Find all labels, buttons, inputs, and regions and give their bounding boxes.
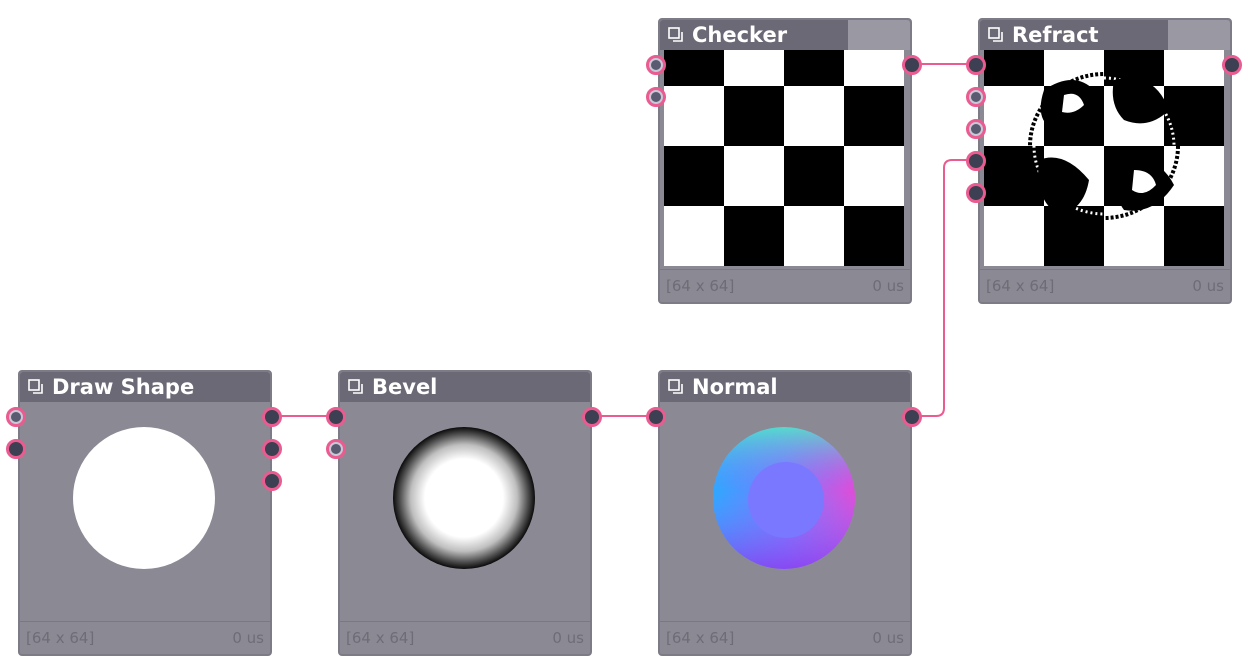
node-time: 0 us xyxy=(872,277,904,295)
node-size: [64 x 64] xyxy=(26,629,95,647)
normal-output-port[interactable] xyxy=(902,407,922,427)
node-size: [64 x 64] xyxy=(986,277,1055,295)
node-footer: [64 x 64] 0 us xyxy=(660,269,910,302)
refract-input-port-3[interactable] xyxy=(966,119,986,139)
node-header[interactable]: Refract xyxy=(980,20,1230,50)
progress-indicator xyxy=(848,20,910,50)
copy-icon xyxy=(28,379,43,394)
node-size: [64 x 64] xyxy=(666,629,735,647)
node-footer: [64 x 64] 0 us xyxy=(980,269,1230,302)
node-time: 0 us xyxy=(872,629,904,647)
node-header[interactable]: Bevel xyxy=(340,372,590,402)
copy-icon xyxy=(668,27,683,42)
node-title: Bevel xyxy=(372,375,438,399)
checker-preview xyxy=(664,50,904,266)
checker-node[interactable]: Checker [64 x 64] 0 us xyxy=(658,18,912,304)
node-header[interactable]: Checker xyxy=(660,20,910,50)
draw-shape-preview xyxy=(73,427,215,569)
progress-indicator xyxy=(1168,20,1230,50)
node-title: Draw Shape xyxy=(52,375,195,399)
refract-preview xyxy=(984,50,1224,266)
node-title: Normal xyxy=(692,375,778,399)
refract-output-port[interactable] xyxy=(1222,55,1242,75)
bevel-node[interactable]: Bevel [64 x 64] 0 us xyxy=(338,370,592,656)
copy-icon xyxy=(988,27,1003,42)
checker-input-port-1[interactable] xyxy=(646,55,666,75)
node-title: Refract xyxy=(1012,23,1099,47)
normal-input-port[interactable] xyxy=(646,407,666,427)
node-time: 0 us xyxy=(1192,277,1224,295)
node-size: [64 x 64] xyxy=(666,277,735,295)
checker-output-port[interactable] xyxy=(902,55,922,75)
node-time: 0 us xyxy=(232,629,264,647)
bevel-preview xyxy=(393,427,535,569)
draw-shape-input-port-1[interactable] xyxy=(6,407,26,427)
refract-node[interactable]: Refract [64 x 64] 0 us xyxy=(978,18,1232,304)
node-size: [64 x 64] xyxy=(346,629,415,647)
draw-shape-output-port-3[interactable] xyxy=(262,471,282,491)
node-time: 0 us xyxy=(552,629,584,647)
copy-icon xyxy=(348,379,363,394)
bevel-input-port-2[interactable] xyxy=(326,439,346,459)
refract-input-port-1[interactable] xyxy=(966,55,986,75)
wire-normal-to-refract xyxy=(912,159,976,417)
normal-node[interactable]: Normal [64 x 64] 0 us xyxy=(658,370,912,656)
node-header[interactable]: Normal xyxy=(660,372,910,402)
bevel-input-port-1[interactable] xyxy=(326,407,346,427)
draw-shape-node[interactable]: Draw Shape [64 x 64] 0 us xyxy=(18,370,272,656)
draw-shape-input-port-2[interactable] xyxy=(6,439,26,459)
node-footer: [64 x 64] 0 us xyxy=(340,621,590,654)
refract-input-port-5[interactable] xyxy=(966,183,986,203)
checker-input-port-2[interactable] xyxy=(646,87,666,107)
draw-shape-output-port-1[interactable] xyxy=(262,407,282,427)
node-header[interactable]: Draw Shape xyxy=(20,372,270,402)
node-footer: [64 x 64] 0 us xyxy=(660,621,910,654)
node-footer: [64 x 64] 0 us xyxy=(20,621,270,654)
refract-input-port-2[interactable] xyxy=(966,87,986,107)
normal-preview xyxy=(713,427,855,569)
bevel-output-port[interactable] xyxy=(582,407,602,427)
draw-shape-output-port-2[interactable] xyxy=(262,439,282,459)
copy-icon xyxy=(668,379,683,394)
refract-input-port-4[interactable] xyxy=(966,151,986,171)
node-title: Checker xyxy=(692,23,788,47)
